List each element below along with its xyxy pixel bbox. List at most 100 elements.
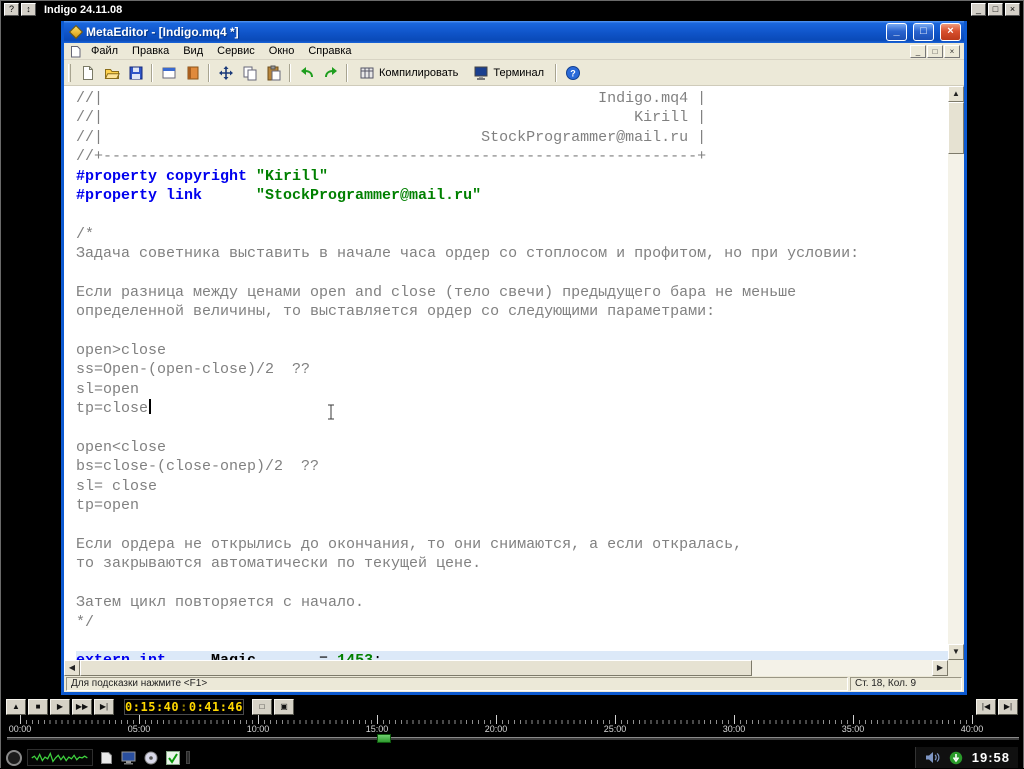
fast-forward-button[interactable]: ▶▶ xyxy=(72,699,92,715)
timeline-thumb[interactable] xyxy=(377,734,391,743)
code-line xyxy=(76,205,948,224)
new-file-button[interactable] xyxy=(76,62,99,84)
player-titlebar: ?↕ Indigo 24.11.08 _□× xyxy=(1,1,1023,18)
mdi-restore-button[interactable]: □ xyxy=(927,45,943,58)
undo-icon xyxy=(299,65,315,81)
next-frame-button[interactable]: ▶| xyxy=(998,699,1018,715)
monitor-icon[interactable] xyxy=(120,749,137,766)
maximize-button[interactable]: □ xyxy=(988,3,1003,16)
menu-Окно[interactable]: Окно xyxy=(262,44,302,58)
menu-Сервис[interactable]: Сервис xyxy=(210,44,262,58)
undo-button[interactable] xyxy=(295,62,318,84)
compile-button[interactable]: Компилировать xyxy=(352,62,465,84)
fit-window-button[interactable]: ▣ xyxy=(274,699,294,715)
document-icon xyxy=(66,44,84,59)
menu-Правка[interactable]: Правка xyxy=(125,44,176,58)
record-knob[interactable] xyxy=(6,750,22,766)
paste-button[interactable] xyxy=(262,62,285,84)
pin-button[interactable]: ↕ xyxy=(21,3,36,16)
save-button[interactable] xyxy=(124,62,147,84)
scroll-left-button[interactable]: ◀ xyxy=(64,660,80,676)
minimize-button[interactable]: _ xyxy=(971,3,986,16)
code-line xyxy=(76,264,948,283)
time-total: 0:41:46 xyxy=(189,700,243,714)
mdi-minimize-button[interactable]: _ xyxy=(910,45,926,58)
status-hint: Для подсказки нажмите <F1> xyxy=(66,677,848,691)
mdi-window-buttons: _ □ × xyxy=(910,45,962,58)
window-button[interactable] xyxy=(157,62,180,84)
menu-Файл[interactable]: Файл xyxy=(84,44,125,58)
play-button[interactable]: ▶ xyxy=(50,699,70,715)
metaeditor-close-button[interactable]: × xyxy=(940,23,961,41)
help-button-toolbar[interactable]: ? xyxy=(561,62,584,84)
mini-divider xyxy=(186,751,190,764)
code-token xyxy=(166,652,211,660)
code-line: extern int Magic = 1453; xyxy=(76,651,948,660)
metaeditor-window: MetaEditor - [Indigo.mq4 *] _ □ × ФайлПр… xyxy=(61,21,967,695)
horizontal-scroll-thumb[interactable] xyxy=(80,660,752,676)
copy-button[interactable] xyxy=(238,62,261,84)
code-area[interactable]: //| Indigo.mq4 |//| Kirill |//| StockPro… xyxy=(64,86,948,660)
vertical-scrollbar[interactable]: ▲ ▼ xyxy=(948,86,964,660)
timeline-major-tick xyxy=(615,715,616,724)
move-button[interactable] xyxy=(214,62,237,84)
help-button[interactable]: ? xyxy=(4,3,19,16)
timeline-major-tick xyxy=(258,715,259,724)
metaeditor-minimize-button[interactable]: _ xyxy=(886,23,907,41)
code-token: tp=open xyxy=(76,497,139,514)
code-token: Затем цикл повторяется с начало. xyxy=(76,594,364,611)
stop-button[interactable]: ■ xyxy=(28,699,48,715)
open-file-button[interactable] xyxy=(100,62,123,84)
disc-icon[interactable] xyxy=(142,749,159,766)
actual-size-button[interactable]: □ xyxy=(252,699,272,715)
toolbar-separator xyxy=(289,64,291,82)
code-token: open>close xyxy=(76,342,166,359)
aux-buttons: □▣ xyxy=(252,699,294,715)
menu-Справка[interactable]: Справка xyxy=(301,44,358,58)
code-line: Задача советника выставить в начале часа… xyxy=(76,244,948,263)
timeline-track[interactable] xyxy=(7,737,1019,740)
metaeditor-toolbar: Компилировать Терминал ? xyxy=(64,60,964,86)
scroll-down-button[interactable]: ▼ xyxy=(948,644,964,660)
page-icon[interactable] xyxy=(98,749,115,766)
update-icon[interactable] xyxy=(948,749,965,766)
code-token: extern int xyxy=(76,652,166,660)
horizontal-scrollbar[interactable]: ◀ ▶ xyxy=(64,660,948,676)
code-token: sl= close xyxy=(76,478,157,495)
metaeditor-maximize-button[interactable]: □ xyxy=(913,23,934,41)
mdi-close-button[interactable]: × xyxy=(944,45,960,58)
close-button[interactable]: × xyxy=(1005,3,1020,16)
scroll-up-button[interactable]: ▲ xyxy=(948,86,964,102)
code-line: */ xyxy=(76,613,948,632)
save-icon xyxy=(128,65,144,81)
code-line: tp=open xyxy=(76,496,948,515)
eject-button[interactable]: ▲ xyxy=(6,699,26,715)
player-title: Indigo 24.11.08 xyxy=(44,4,969,16)
time-separator: : xyxy=(179,700,189,714)
toolbar-separator xyxy=(555,64,557,82)
scroll-right-button[interactable]: ▶ xyxy=(932,660,948,676)
check-icon[interactable] xyxy=(164,749,181,766)
timeline-slider[interactable] xyxy=(1,733,1024,744)
step-forward-button[interactable]: ▶| xyxy=(94,699,114,715)
book-button[interactable] xyxy=(181,62,204,84)
vertical-scroll-thumb[interactable] xyxy=(948,102,964,154)
redo-icon xyxy=(323,65,339,81)
terminal-icon xyxy=(473,65,489,81)
menu-Вид[interactable]: Вид xyxy=(176,44,210,58)
window-icon xyxy=(161,65,177,81)
code-line: bs=close-(close-onep)/2 ?? xyxy=(76,457,948,476)
code-line xyxy=(76,574,948,593)
player-statusbar: 19:58 xyxy=(1,746,1023,769)
timeline-major-tick xyxy=(139,715,140,724)
terminal-button[interactable]: Терминал xyxy=(466,62,551,84)
metaeditor-titlebar: MetaEditor - [Indigo.mq4 *] _ □ × xyxy=(64,21,964,43)
code-line xyxy=(76,632,948,651)
speaker-icon[interactable] xyxy=(924,749,941,766)
player-titlebar-window-buttons: _□× xyxy=(971,3,1020,16)
timeline-major-tick xyxy=(377,715,378,724)
code-line: #property copyright "Kirill" xyxy=(76,167,948,186)
prev-frame-button[interactable]: |◀ xyxy=(976,699,996,715)
code-line: sl= close xyxy=(76,477,948,496)
redo-button[interactable] xyxy=(319,62,342,84)
